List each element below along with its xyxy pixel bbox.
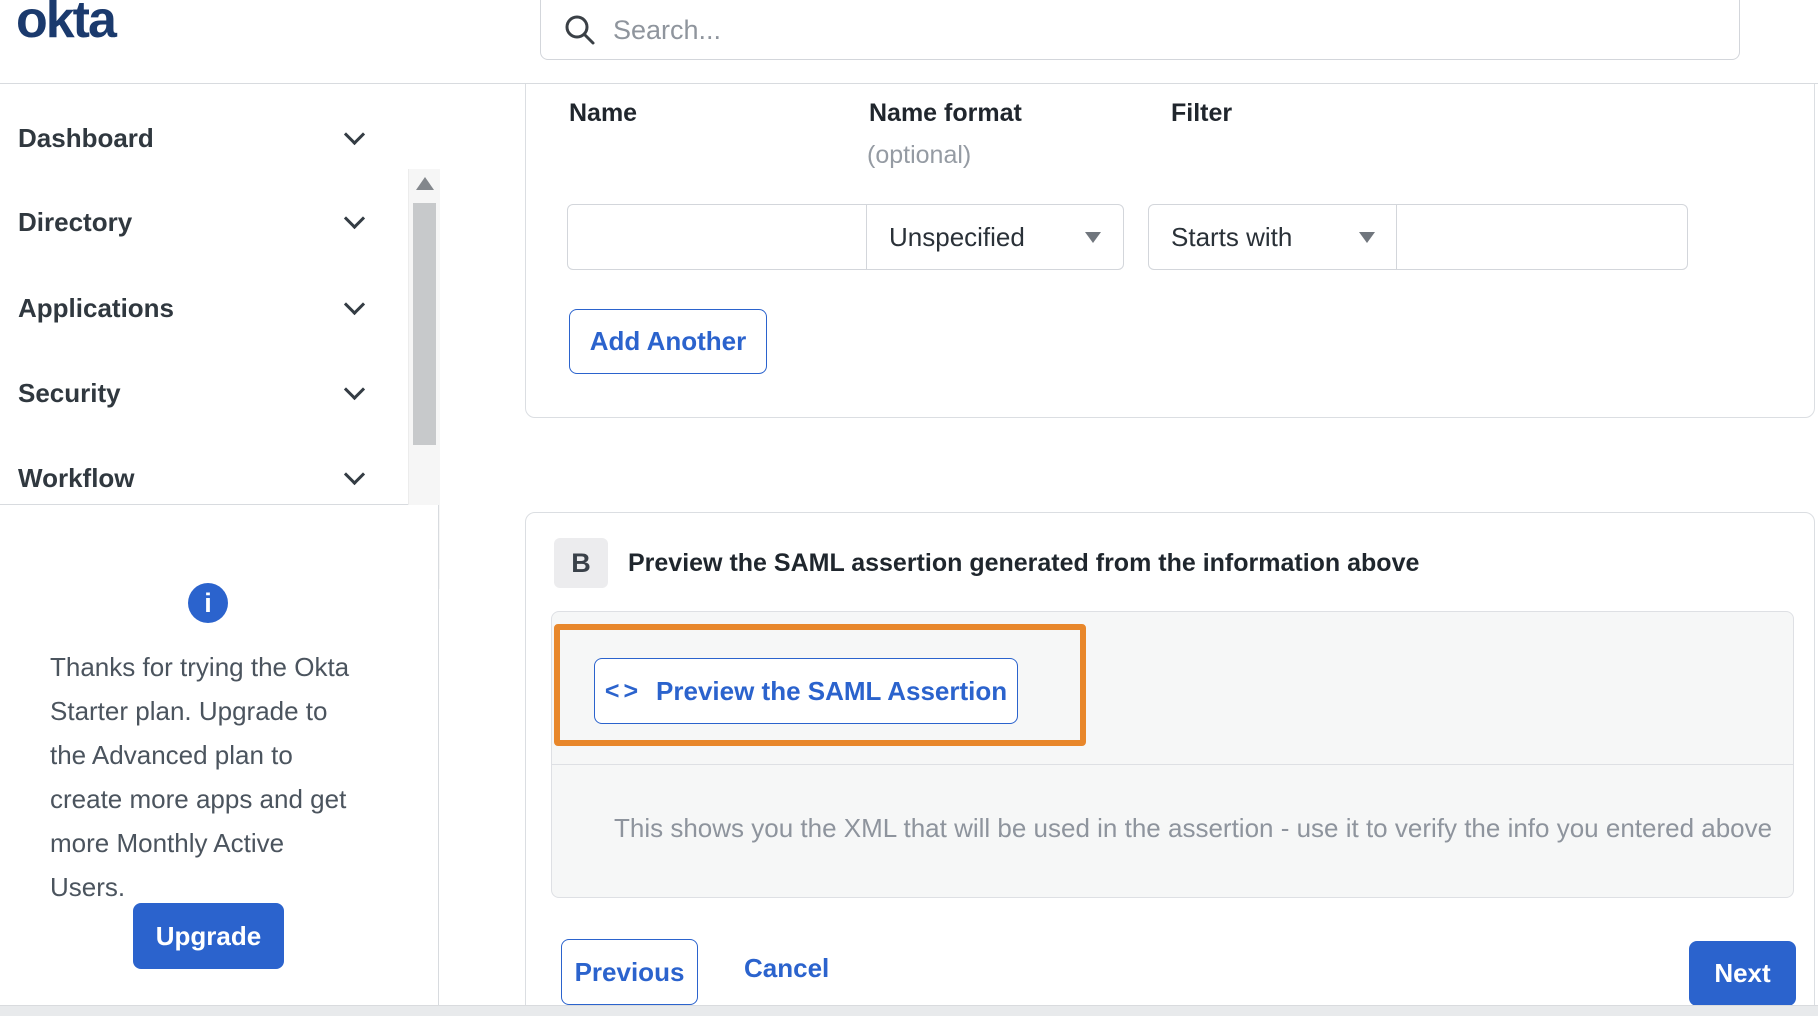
okta-logo: okta [16,0,117,49]
dropdown-arrow-icon [1359,231,1375,243]
preview-section-title: Preview the SAML assertion generated fro… [628,549,1420,577]
cancel-link[interactable]: Cancel [744,953,829,984]
preview-button-label: Preview the SAML Assertion [656,675,1008,706]
scrollbar-thumb[interactable] [413,203,436,445]
top-header: okta [0,0,1818,84]
sidebar-item-security[interactable]: Security [0,363,408,423]
search-input[interactable] [611,13,1739,47]
sidebar-item-applications[interactable]: Applications [0,278,408,338]
global-search[interactable] [540,0,1740,60]
sidebar-item-label: Dashboard [18,122,154,153]
filter-column-header: Filter [1171,99,1233,127]
add-another-button[interactable]: Add Another [569,309,767,374]
sidebar-item-dashboard[interactable]: Dashboard [0,108,408,168]
preview-saml-assertion-button[interactable]: <> Preview the SAML Assertion [594,658,1018,724]
panel-divider [552,764,1793,765]
filter-operator-selected-value: Starts with [1171,221,1293,252]
preview-panel: <> Preview the SAML Assertion This shows… [551,611,1794,898]
sidebar-nav: Dashboard Directory Applications Securit… [0,84,440,589]
sidebar-item-label: Applications [18,292,175,323]
trial-panel: i Thanks for trying the Okta Starter pla… [0,505,439,1016]
dropdown-arrow-icon [1085,231,1101,243]
okta-admin-console: okta Dashboard Directory Applications Se… [0,0,1818,1016]
name-format-selected-value: Unspecified [889,221,1025,252]
info-icon: i [188,583,228,623]
name-format-select[interactable]: Unspecified [866,204,1124,270]
sidebar-item-workflow[interactable]: Workflow [0,448,408,508]
scroll-up-icon[interactable] [416,177,434,190]
chevron-down-icon [343,293,366,315]
chevron-down-icon [343,207,366,229]
previous-button[interactable]: Previous [561,939,698,1005]
attribute-name-input[interactable] [567,204,868,270]
sidebar-item-label: Directory [18,206,133,237]
chevron-down-icon [343,463,366,485]
preview-description: This shows you the XML that will be used… [614,813,1773,843]
filter-operator-select[interactable]: Starts with [1148,204,1398,270]
sidebar-item-label: Security [18,377,121,408]
name-format-column-header: Name format [869,99,1022,127]
trial-message: Thanks for trying the Okta Starter plan.… [50,652,350,902]
chevron-down-icon [343,123,366,145]
chevron-down-icon [343,378,366,400]
search-icon [565,15,595,45]
optional-note: (optional) [867,141,972,169]
filter-value-input[interactable] [1396,204,1688,270]
sidebar-item-directory[interactable]: Directory [0,192,408,252]
bottom-edge-strip [0,1005,1818,1016]
code-brackets-icon: <> [604,676,643,705]
name-column-header: Name [569,99,638,127]
step-b-badge: B [554,538,608,588]
upgrade-button[interactable]: Upgrade [133,903,284,969]
preview-saml-card: B Preview the SAML assertion generated f… [525,512,1815,1016]
sidebar-item-label: Workflow [18,462,135,493]
next-button[interactable]: Next [1689,941,1796,1006]
